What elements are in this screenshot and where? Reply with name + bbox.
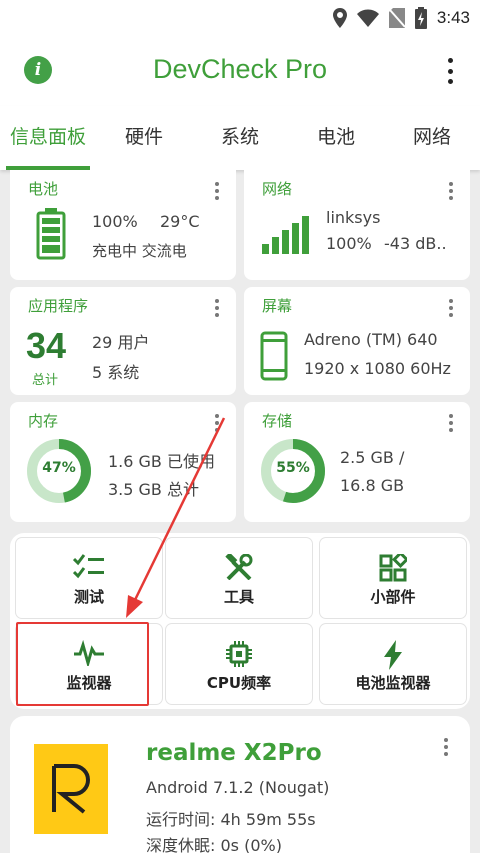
battery-card[interactable]: 电池 100% 29°C 充电中 交流电 (10, 170, 236, 280)
battery-status: 充电中 交流电 (92, 242, 187, 260)
highlight-box (16, 622, 149, 706)
storage-card[interactable]: 存储 55% 2.5 GB / 16.8 GB (244, 402, 470, 522)
battery-temperature: 29°C (160, 212, 200, 231)
cpu-frequency-label: CPU频率 (206, 674, 272, 692)
tab-hardware[interactable]: 硬件 (96, 106, 192, 170)
screen-gpu: Adreno (TM) 640 (304, 330, 438, 349)
realme-logo (34, 744, 108, 834)
apps-total-label: 总计 (32, 373, 59, 388)
app-bar: i DevCheck Pro (0, 36, 480, 106)
widgets-button[interactable]: 小部件 (320, 538, 466, 618)
storage-card-menu-icon[interactable] (448, 414, 454, 432)
memory-card[interactable]: 内存 47% 1.6 GB 已使用 3.5 GB 总计 (10, 402, 236, 522)
tab-system[interactable]: 系统 (192, 106, 288, 170)
device-card[interactable]: realme X2Pro Android 7.1.2 (Nougat) 运行时间… (10, 716, 470, 853)
device-name: realme X2Pro (146, 740, 322, 766)
battery-monitor-label: 电池监视器 (355, 674, 431, 692)
battery-percent: 100% (92, 212, 138, 231)
network-card[interactable]: 网络 linksys 100% -43 dB.. (244, 170, 470, 280)
network-signal: 100% (326, 234, 372, 253)
apps-card-title: 应用程序 (28, 297, 89, 315)
battery-monitor-button[interactable]: 电池监视器 (320, 624, 466, 704)
battery-full-icon (36, 208, 66, 260)
apps-card[interactable]: 应用程序 34 总计 29 用户 5 系统 (10, 287, 236, 395)
wifi-icon (356, 9, 379, 27)
tools-button[interactable]: 工具 (166, 538, 312, 618)
tab-dashboard[interactable]: 信息面板 (0, 106, 96, 170)
tab-bar: 信息面板 硬件 系统 电池 网络 (0, 106, 480, 170)
battery-charging-icon (414, 7, 427, 29)
storage-used: 2.5 GB / (340, 448, 405, 467)
realme-logo-mark (52, 764, 90, 814)
device-deep-sleep: 深度休眠: 0s (0%) (146, 836, 282, 853)
screen-card-menu-icon[interactable] (448, 299, 454, 317)
no-sim-icon (388, 8, 405, 28)
storage-card-title: 存储 (262, 412, 293, 430)
memory-used: 1.6 GB 已使用 (108, 452, 215, 471)
phone-icon (260, 331, 288, 381)
battery-card-title: 电池 (28, 180, 59, 198)
device-uptime: 运行时间: 4h 59m 55s (146, 810, 316, 829)
location-icon (332, 8, 347, 28)
lightning-icon (384, 640, 402, 670)
apps-total: 34 (26, 325, 67, 366)
signal-bars-icon (262, 216, 309, 254)
network-dbm: -43 dB.. (384, 234, 447, 253)
memory-card-menu-icon[interactable] (214, 414, 220, 432)
memory-total: 3.5 GB 总计 (108, 480, 199, 499)
network-card-title: 网络 (262, 180, 293, 198)
widgets-label: 小部件 (370, 588, 416, 606)
network-card-menu-icon[interactable] (448, 182, 454, 200)
memory-card-title: 内存 (28, 412, 59, 430)
memory-percent: 47% (42, 460, 76, 476)
apps-card-menu-icon[interactable] (214, 299, 220, 317)
apps-user-count: 29 用户 (92, 333, 150, 352)
tab-battery[interactable]: 电池 (288, 106, 384, 170)
screen-card[interactable]: 屏幕 Adreno (TM) 640 1920 x 1080 60Hz (244, 287, 470, 395)
app-title: DevCheck Pro (152, 54, 328, 84)
tools-label: 工具 (223, 588, 254, 606)
widgets-icon (379, 554, 407, 582)
storage-total: 16.8 GB (340, 476, 405, 495)
screen-resolution: 1920 x 1080 60Hz (304, 359, 451, 378)
test-button[interactable]: 测试 (16, 538, 162, 618)
device-card-menu-icon[interactable] (444, 738, 450, 756)
checklist-icon (73, 554, 104, 579)
battery-card-menu-icon[interactable] (214, 182, 220, 200)
device-android-version: Android 7.1.2 (Nougat) (146, 778, 330, 797)
wrench-hammer-icon (225, 554, 253, 580)
screen-card-title: 屏幕 (262, 297, 293, 315)
status-time: 3:43 (436, 8, 470, 27)
network-ssid: linksys (326, 208, 381, 227)
tab-network[interactable]: 网络 (384, 106, 480, 170)
more-options-icon[interactable] (440, 58, 460, 84)
status-bar: 3:43 (0, 0, 480, 36)
storage-percent: 55% (276, 460, 310, 476)
apps-system-count: 5 系统 (92, 363, 140, 382)
cpu-chip-icon (226, 641, 252, 667)
test-label: 测试 (73, 588, 104, 606)
cpu-frequency-button[interactable]: CPU频率 (166, 624, 312, 704)
